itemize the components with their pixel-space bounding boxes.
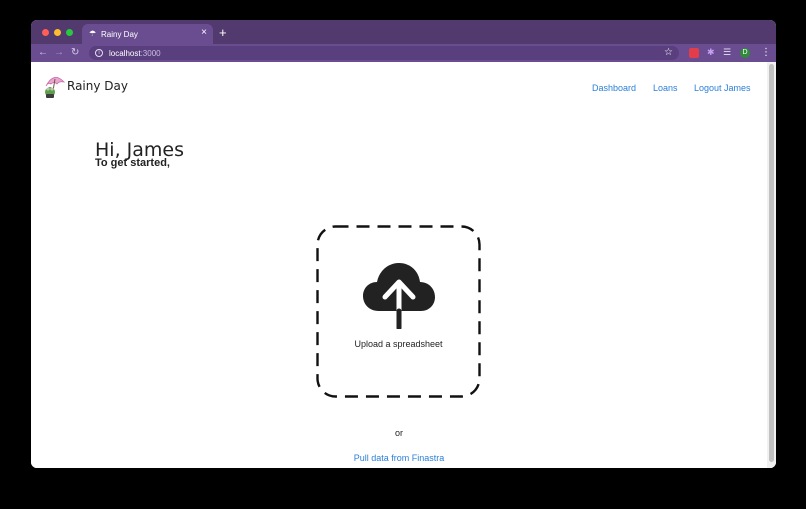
upload-label[interactable]: Upload a spreadsheet <box>316 339 481 349</box>
profile-avatar[interactable]: D <box>740 48 750 58</box>
close-window-button[interactable] <box>42 29 49 36</box>
arrow-left-icon[interactable]: ← <box>38 46 48 60</box>
upload-dropzone[interactable]: Upload a spreadsheet <box>316 225 481 398</box>
reload-icon[interactable]: ↻ <box>71 46 79 60</box>
minimize-window-button[interactable] <box>54 29 61 36</box>
url-host: localhost <box>109 49 141 58</box>
scrollbar-thumb[interactable] <box>769 64 774 462</box>
new-tab-button[interactable]: + <box>219 26 227 39</box>
umbrella-frog-logo <box>45 77 66 98</box>
kebab-menu-icon[interactable]: ⋮ <box>761 47 771 59</box>
extensions-puzzle-icon[interactable]: ✱ <box>707 47 717 57</box>
extension-red-icon[interactable] <box>689 48 699 58</box>
tab-title: Rainy Day <box>101 30 138 39</box>
browser-window: ☂ Rainy Day × + ← → ↻ i localhost:3000 ☆… <box>31 20 776 468</box>
reading-list-icon[interactable]: ☰ <box>723 47 733 57</box>
nav-dashboard-link[interactable]: Dashboard <box>592 83 636 93</box>
vertical-scrollbar[interactable] <box>767 62 776 468</box>
info-icon[interactable]: i <box>95 49 103 57</box>
url-text[interactable]: localhost:3000 <box>109 49 161 58</box>
or-separator: or <box>394 428 403 438</box>
nav-logout-link[interactable]: Logout James <box>694 83 751 93</box>
maximize-window-button[interactable] <box>66 29 73 36</box>
arrow-right-icon[interactable]: → <box>54 46 64 60</box>
brand-name[interactable]: Rainy Day <box>67 79 128 93</box>
address-bar[interactable]: i localhost:3000 ☆ <box>89 46 679 60</box>
title-bar: ☂ Rainy Day × + <box>31 20 776 44</box>
page-subtitle: To get started, <box>95 157 170 169</box>
star-icon[interactable]: ☆ <box>664 47 673 59</box>
browser-tab[interactable]: ☂ Rainy Day × <box>82 24 213 44</box>
pull-finastra-link[interactable]: Pull data from Finastra <box>31 453 767 463</box>
tab-close-icon[interactable]: × <box>201 28 207 38</box>
page-viewport: Rainy Day Dashboard Loans Logout James H… <box>31 62 776 468</box>
cloud-upload-icon <box>363 263 435 329</box>
umbrella-favicon-icon: ☂ <box>89 29 97 38</box>
browser-toolbar: ← → ↻ i localhost:3000 ☆ ✱ ☰ D ⋮ <box>31 44 776 62</box>
nav-loans-link[interactable]: Loans <box>653 83 678 93</box>
url-port: :3000 <box>140 49 161 58</box>
